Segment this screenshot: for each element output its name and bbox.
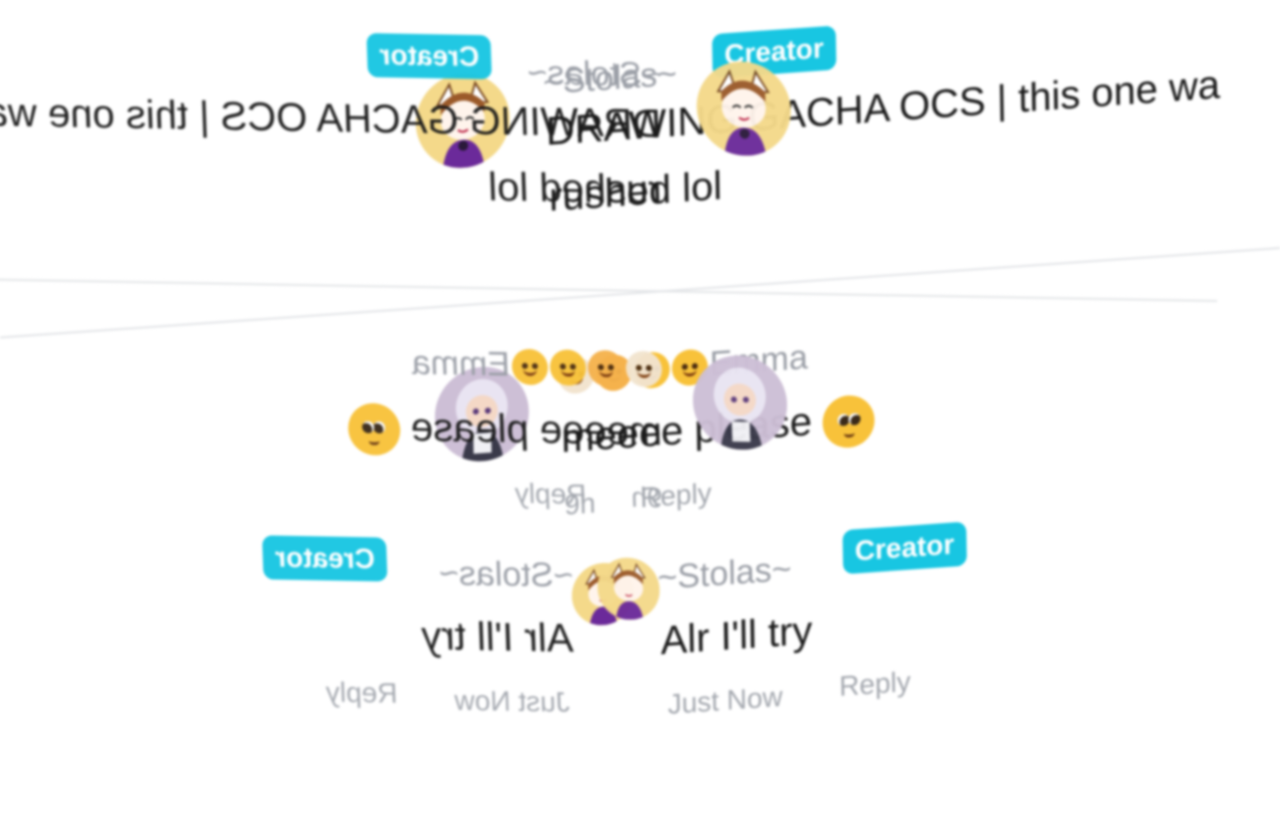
comment-author-row: Emma [411, 344, 663, 388]
avatar-stolas-image [695, 60, 793, 157]
avatar-emma-image [691, 354, 789, 451]
melting-face-emoji [549, 349, 587, 386]
comment-author-name[interactable]: Emma [411, 344, 511, 384]
avatar-stolas[interactable] [695, 60, 793, 157]
comment-divider [0, 275, 1218, 302]
avatar-stolas-image [596, 557, 661, 621]
comment-thread-scene: ~Stolas~ Creator DRAWING GACHA OCS | thi… [0, 0, 1280, 748]
creator-badge: Creator [366, 33, 492, 80]
mirrored-reflection: ~Stolas~ Creator DRAWING GACHA OCS | thi… [0, 0, 1280, 781]
comment-text-line-1: DRAWING GACHA OCS | this one wa [0, 90, 663, 147]
reply-text: Alr I'll try [420, 614, 575, 661]
comment-text: meeee please [345, 402, 663, 461]
comment-text-content: meeee please [410, 405, 663, 454]
comment-author-name[interactable]: ~Stolas~ [527, 54, 663, 95]
avatar-emma[interactable] [691, 354, 789, 451]
reply-timestamp: Just Now [453, 684, 571, 718]
smiling-face-with-hearts-emoji [587, 349, 625, 387]
reply-author-name[interactable]: ~Stolas~ [438, 554, 574, 595]
creator-badge: Creator [262, 535, 388, 582]
comment-text-line-2: rushed lol [487, 165, 663, 213]
comment-timestamp: 9h [630, 481, 663, 514]
reply-button[interactable]: Reply [325, 676, 398, 709]
pleading-face-emoji [346, 402, 401, 456]
avatar-stolas-small[interactable] [596, 557, 661, 621]
zany-face-emoji [511, 348, 549, 386]
dog-face-emoji [625, 350, 663, 388]
reply-button[interactable]: Reply [514, 478, 587, 511]
